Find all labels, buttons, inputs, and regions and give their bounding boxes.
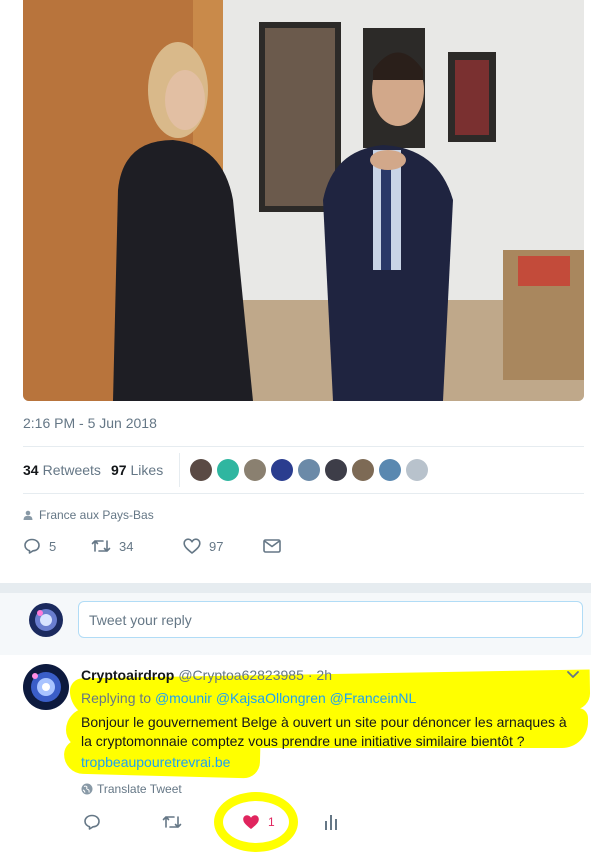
liker-avatar[interactable]	[379, 459, 402, 481]
bar-chart-icon	[325, 815, 337, 830]
replying-to: Replying to @mounir @KajsaOllongren @Fra…	[81, 690, 416, 706]
likes-stat[interactable]: 97 Likes	[111, 462, 163, 478]
like-button[interactable]: 97	[183, 538, 263, 554]
reply-icon	[84, 814, 100, 830]
liker-avatar[interactable]	[271, 459, 294, 481]
liker-avatar[interactable]	[244, 459, 267, 481]
heart-icon	[183, 538, 201, 554]
tweet-actions: 5 34 97	[23, 537, 281, 555]
retweets-stat[interactable]: 34 Retweets	[23, 462, 101, 478]
reply-count: 5	[49, 538, 57, 554]
divider	[23, 493, 584, 494]
retweet-icon	[162, 816, 182, 828]
liker-avatar[interactable]	[217, 459, 240, 481]
likes-label: Likes	[130, 462, 164, 478]
current-user-avatar[interactable]	[29, 603, 63, 637]
reply-button[interactable]: 5	[23, 537, 91, 555]
divider	[23, 446, 584, 447]
translate-label: Translate Tweet	[97, 782, 182, 796]
tweet-photo[interactable]	[23, 0, 584, 401]
reply-header: Cryptoairdrop @Cryptoa62823985 · 2h	[81, 667, 332, 683]
mention-link[interactable]: @mounir	[155, 690, 212, 706]
retweet-count: 34	[119, 538, 134, 554]
retweets-label: Retweets	[42, 462, 101, 478]
like-count: 97	[209, 538, 224, 554]
liker-avatar[interactable]	[325, 459, 348, 481]
replying-to-label: Replying to	[81, 690, 152, 706]
section-separator	[0, 583, 591, 593]
liker-avatar[interactable]	[190, 459, 213, 481]
analytics-button[interactable]	[324, 814, 338, 830]
reply-text: Bonjour le gouvernement Belge à ouvert u…	[81, 714, 567, 749]
reply-author-avatar[interactable]	[23, 664, 69, 710]
envelope-icon	[263, 539, 281, 553]
retweet-icon	[91, 540, 111, 552]
tweet-location: France aux Pays-Bas	[23, 508, 154, 522]
liker-avatar[interactable]	[352, 459, 375, 481]
reply-time[interactable]: · 2h	[308, 667, 332, 683]
tweet-stats: 34 Retweets 97 Likes	[23, 453, 429, 487]
translate-tweet[interactable]: Translate Tweet	[81, 782, 182, 796]
direct-message-button[interactable]	[263, 539, 281, 553]
reply-url-link[interactable]: tropbeaupouretrevrai.be	[81, 754, 230, 770]
reply-author-name[interactable]: Cryptoairdrop	[81, 667, 174, 683]
stats-separator	[179, 453, 181, 487]
reply-input[interactable]	[78, 601, 583, 638]
mention-link[interactable]: @KajsaOllongren	[216, 690, 326, 706]
liker-avatar[interactable]	[298, 459, 321, 481]
mention-link[interactable]: @FranceinNL	[330, 690, 417, 706]
reply-icon	[24, 538, 40, 554]
liker-avatar[interactable]	[406, 459, 429, 481]
location-label: France aux Pays-Bas	[39, 508, 154, 522]
reply-actions: 1	[83, 813, 338, 831]
globe-icon	[81, 783, 93, 795]
retweet-button[interactable]: 34	[91, 538, 183, 554]
liker-avatars	[190, 459, 429, 481]
highlighter-circle	[214, 792, 298, 852]
reply-button[interactable]	[83, 813, 162, 831]
retweets-count: 34	[23, 462, 39, 478]
tweet-timestamp[interactable]: 2:16 PM - 5 Jun 2018	[23, 415, 157, 431]
reply-author-handle[interactable]: @Cryptoa62823985	[178, 667, 304, 683]
chevron-down-icon[interactable]	[566, 670, 580, 680]
likes-count: 97	[110, 462, 127, 478]
person-icon	[23, 510, 33, 520]
